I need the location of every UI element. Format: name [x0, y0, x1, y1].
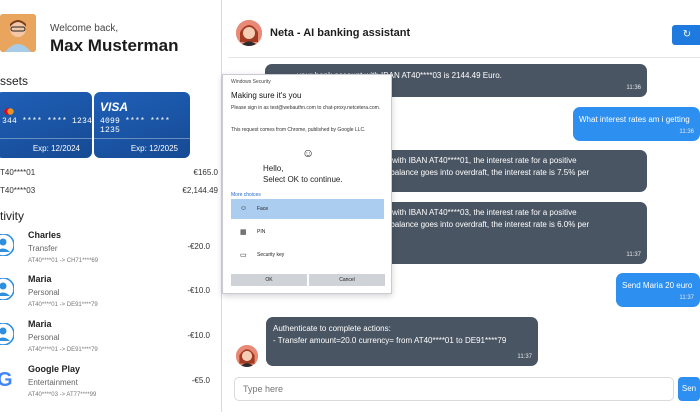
payee-route: AT40****01 -> DE91****79	[28, 302, 98, 308]
account-row[interactable]: T40****01 €165.0	[0, 168, 218, 177]
dialog-window-title: Windows Security	[231, 79, 271, 85]
card-number: 344 **** **** 1234	[2, 117, 93, 126]
list-item[interactable]: Maria Personal AT40****01 -> DE91****79 …	[0, 274, 218, 316]
option-label: Security key	[257, 252, 285, 258]
welcome-label: Welcome back,	[50, 23, 119, 34]
payee-route: AT40****01 -> CH71****69	[28, 258, 99, 264]
account-row[interactable]: T40****03 €2,144.49	[0, 186, 218, 195]
list-item[interactable]: Charles Transfer AT40****01 -> CH71****6…	[0, 230, 218, 272]
message-text: Send Maria 20 euro	[622, 281, 693, 290]
payee-amount: -€5.0	[191, 376, 210, 385]
payee-category: Personal	[28, 288, 60, 297]
message-time: 11:37	[517, 354, 532, 360]
dialog-heading: Making sure it's you	[231, 91, 302, 100]
chat-header: Neta - AI banking assistant ↻	[228, 0, 700, 58]
payee-name: Charles	[28, 230, 62, 240]
user-avatar	[0, 14, 36, 52]
option-security-key[interactable]: ▭ Security key	[231, 245, 384, 265]
message-input[interactable]	[235, 378, 673, 400]
svg-text:G: G	[0, 369, 13, 390]
message-text: What interest rates am i getting	[579, 115, 690, 124]
payee-name: Maria	[28, 274, 52, 284]
chat-message-bot: Authenticate to complete actions: - Tran…	[266, 317, 538, 366]
account-balance: €2,144.49	[182, 186, 218, 195]
dialog-hello-text: Hello, Select OK to continue.	[263, 164, 343, 184]
message-time: 11:37	[679, 295, 694, 301]
account-balance: €165.0	[193, 168, 218, 177]
payee-amount: -€10.0	[187, 331, 210, 340]
refresh-icon: ↻	[682, 29, 692, 40]
option-face[interactable]: ☺ Face	[231, 199, 384, 219]
sidebar-accounts: Welcome back, Max Musterman ssets 344 **…	[0, 0, 222, 412]
message-time: 11:37	[626, 252, 641, 258]
assistant-avatar	[236, 345, 258, 367]
person-icon	[0, 322, 15, 346]
send-button[interactable]: Sen	[678, 377, 700, 401]
message-text: ed with IBAN AT40****03, the interest ra…	[381, 208, 590, 229]
app-window: Welcome back, Max Musterman ssets 344 **…	[0, 0, 700, 420]
pin-pad-icon: ▦	[240, 229, 247, 236]
option-pin[interactable]: ▦ PIN	[231, 222, 384, 242]
visa-logo: VISA	[100, 100, 129, 114]
security-key-icon: ▭	[240, 252, 247, 259]
person-icon	[0, 277, 15, 301]
chat-message-user: Send Maria 20 euro 11:37	[616, 273, 700, 307]
face-icon: ☺	[302, 146, 315, 160]
chat-title: Neta - AI banking assistant	[270, 27, 411, 39]
card-number: 4099 **** **** 1235	[100, 117, 171, 135]
dialog-origin-text: This request comes from Chrome, publishe…	[231, 127, 366, 133]
payee-amount: -€20.0	[187, 242, 210, 251]
assistant-avatar	[236, 20, 262, 46]
card-expiry: Exp: 12/2025	[130, 144, 178, 153]
dialog-signin-text: Please sign in as test@webauthn.com to c…	[231, 105, 381, 111]
google-icon: G	[0, 368, 14, 391]
option-label: PIN	[257, 229, 266, 235]
person-icon	[0, 233, 15, 257]
activity-title: tivity	[0, 209, 24, 223]
assets-title: ssets	[0, 74, 29, 88]
user-name: Max Musterman	[50, 36, 179, 55]
account-iban: T40****03	[0, 186, 36, 195]
card-expiry: Exp: 12/2024	[32, 144, 80, 153]
card-divider	[94, 138, 190, 139]
list-item[interactable]: Maria Personal AT40****01 -> DE91****79 …	[0, 319, 218, 361]
message-text: ed with IBAN AT40****01, the interest ra…	[381, 156, 590, 177]
refresh-button[interactable]: ↻	[672, 25, 700, 45]
card-visa[interactable]: VISA 4099 **** **** 1235 Exp: 12/2025	[94, 92, 190, 158]
account-iban: T40****01	[0, 168, 36, 177]
windows-security-dialog: Windows Security Making sure it's you Pl…	[222, 74, 392, 294]
payee-name: Google Play	[28, 364, 81, 374]
payee-category: Personal	[28, 333, 60, 342]
message-text: Authenticate to complete actions: - Tran…	[273, 324, 507, 345]
message-time: 11:36	[626, 85, 641, 91]
payee-amount: -€10.0	[187, 286, 210, 295]
card-divider	[0, 138, 92, 139]
payee-category: Entertainment	[28, 378, 78, 387]
list-item[interactable]: G Google Play Entertainment AT40****03 -…	[0, 364, 218, 406]
payee-route: AT40****01 -> DE91****79	[28, 347, 98, 353]
face-icon: ☺	[240, 205, 248, 212]
option-label: Face	[257, 206, 269, 212]
card-mastercard[interactable]: 344 **** **** 1234 Exp: 12/2024	[0, 92, 92, 158]
ok-button[interactable]: OK	[231, 274, 307, 286]
message-input-box[interactable]	[234, 377, 674, 401]
message-time: 11:36	[679, 129, 694, 135]
payee-name: Maria	[28, 319, 52, 329]
chat-message-user: What interest rates am i getting 11:36	[573, 107, 700, 141]
payee-route: AT40****03 -> AT77****99	[28, 392, 97, 398]
cancel-button[interactable]: Cancel	[309, 274, 385, 286]
payee-category: Transfer	[28, 244, 58, 253]
more-choices-link[interactable]: More choices	[231, 192, 261, 198]
